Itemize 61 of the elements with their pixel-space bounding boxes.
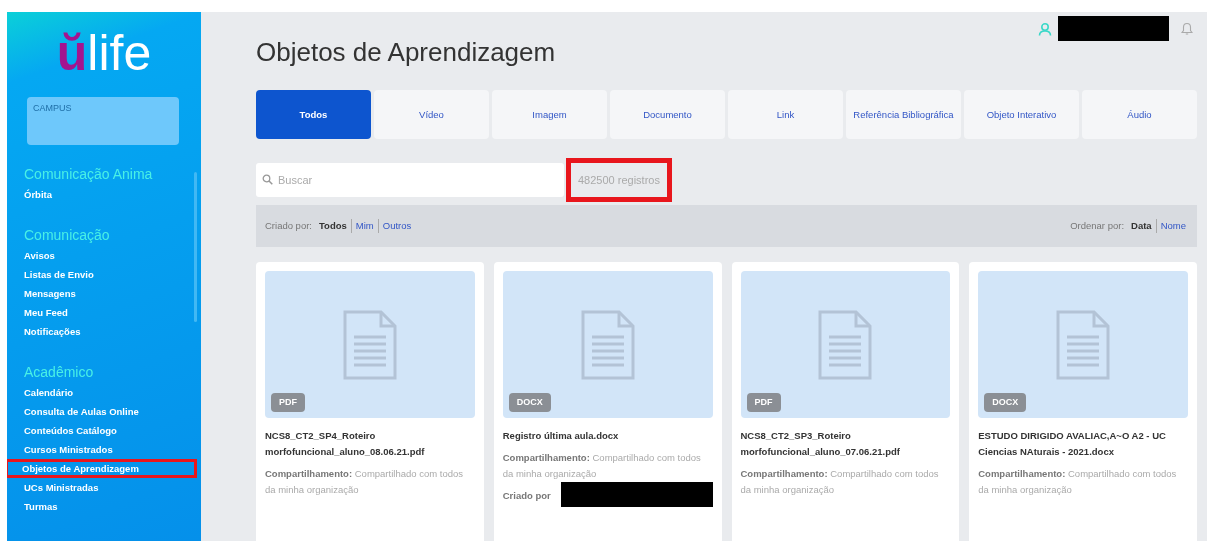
sidebar-item[interactable]: UCs Ministradas <box>7 478 201 497</box>
file-type-badge: PDF <box>746 392 781 413</box>
document-icon <box>1055 308 1112 381</box>
sidebar-item[interactable]: Listas de Envio <box>7 265 201 284</box>
object-card[interactable]: DOCX ESTUDO DIRIGIDO AVALIAC,A~O A2 - UC Ciencias NAturais - 2021.docx Compartilhamento: Compartilhado com todos da minha organização <box>969 262 1197 541</box>
tab[interactable]: Imagem <box>492 90 607 140</box>
object-card[interactable]: DOCX Registro última aula.docx Compartilhamento: Compartilhado com todos da minha organização Criado por <box>493 262 722 541</box>
sidebar-item[interactable]: Consulta de Aulas Online <box>7 402 201 421</box>
sidebar-item[interactable]: Mensagens <box>7 284 201 303</box>
file-name: Registro última aula.docx <box>502 429 620 444</box>
user-icon[interactable] <box>1038 21 1052 36</box>
object-card[interactable]: PDF NCS8_CT2_SP3_Roteiro morfofuncional_aluno_07.06.21.pdf Compartilhamento: Compartilhado com todos da minha organização <box>731 262 960 541</box>
tab[interactable]: Vídeo <box>374 90 489 140</box>
tab[interactable]: Link <box>728 90 843 140</box>
file-name: NCS8_CT2_SP3_Roteiro morfofuncional_aluno_07.06.21.pdf <box>740 429 901 460</box>
sort-option[interactable]: Data <box>1127 219 1157 234</box>
document-icon <box>579 308 636 381</box>
file-type-badge: PDF <box>271 392 305 413</box>
sidebar-item[interactable]: Órbita <box>7 185 201 204</box>
section-heading: Acadêmico <box>24 363 95 381</box>
sidebar-item[interactable]: Objetos de Aprendizagem <box>7 459 197 478</box>
document-icon <box>817 308 874 381</box>
filter-option[interactable]: Outros <box>378 219 416 234</box>
record-count: 482500 registros <box>566 157 672 203</box>
sharing-info: Compartilhamento: Compartilhado com todos da minha organização <box>265 467 464 498</box>
tab[interactable]: Todos <box>256 90 371 140</box>
tab[interactable]: Documento <box>610 90 725 140</box>
campus-field[interactable]: CAMPUS <box>27 97 179 145</box>
search-field[interactable]: Buscar <box>256 163 564 198</box>
sharing-info: Compartilhamento: Compartilhado com todos da minha organização <box>978 467 1178 498</box>
sharing-info: Compartilhamento: Compartilhado com todos da minha organização <box>740 467 940 498</box>
file-name: NCS8_CT2_SP4_Roteiro morfofuncional_aluno_08.06.21.pdf <box>265 429 426 460</box>
file-type-badge: DOCX <box>984 392 1027 413</box>
logo: ŭlife <box>55 28 153 78</box>
tab[interactable]: Objeto Interativo <box>964 90 1079 140</box>
sidebar-item[interactable]: Cursos Ministrados <box>7 440 201 459</box>
sidebar-item[interactable]: Calendário <box>7 383 201 402</box>
filter-label: Criado por: <box>265 219 312 234</box>
scrollbar[interactable] <box>194 172 197 322</box>
file-type-badge: DOCX <box>508 392 551 413</box>
search-icon <box>262 174 273 186</box>
sidebar-item[interactable]: Avisos <box>7 246 201 265</box>
filter-option[interactable]: Mim <box>351 219 379 234</box>
filter-option[interactable]: Todos <box>315 219 352 234</box>
sidebar-item[interactable]: Conteúdos Catálogo <box>7 421 201 440</box>
section-heading: Comunicação Anima <box>24 165 154 183</box>
section-heading: Comunicação <box>24 226 111 244</box>
object-card[interactable]: PDF NCS8_CT2_SP4_Roteiro morfofuncional_aluno_08.06.21.pdf Compartilhamento: Compartilhado com todos da minha organização <box>256 262 484 541</box>
sort-label: Ordenar por: <box>1070 219 1125 234</box>
created-by: Criado por <box>502 489 551 504</box>
sidebar-item[interactable]: Turmas <box>7 497 201 516</box>
sort-option[interactable]: Nome <box>1156 219 1190 234</box>
page-title: Objetos de Aprendizagem <box>256 37 557 69</box>
tab[interactable]: Referência Bibliográfica <box>846 90 961 140</box>
sharing-info: Compartilhamento: Compartilhado com todos da minha organização <box>502 451 702 482</box>
sidebar-item[interactable]: Notificações <box>7 322 201 341</box>
bell-icon[interactable] <box>1181 21 1193 36</box>
sidebar-item[interactable]: Meu Feed <box>7 303 201 322</box>
tab[interactable]: Áudio <box>1082 90 1197 140</box>
file-name: ESTUDO DIRIGIDO AVALIAC,A~O A2 - UC Ciencias NAturais - 2021.docx <box>978 429 1167 460</box>
document-icon <box>341 308 398 381</box>
